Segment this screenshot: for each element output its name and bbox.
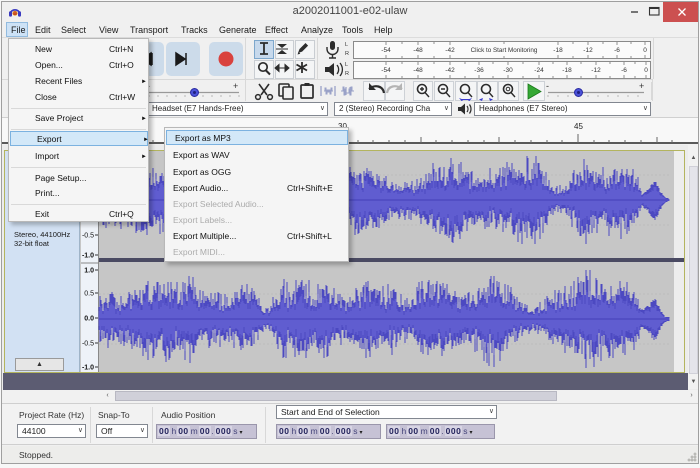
svg-text:-: - bbox=[546, 81, 549, 91]
svg-text:0: 0 bbox=[643, 47, 647, 54]
svg-text:-12: -12 bbox=[591, 67, 601, 74]
svg-text:-0.5: -0.5 bbox=[82, 341, 94, 348]
svg-text:45: 45 bbox=[574, 122, 583, 131]
svg-text:-42: -42 bbox=[445, 67, 455, 74]
svg-text:-12: -12 bbox=[583, 47, 593, 54]
svg-text:-1.0: -1.0 bbox=[82, 365, 94, 372]
svg-text:0: 0 bbox=[644, 67, 648, 74]
svg-text:-24: -24 bbox=[534, 67, 544, 74]
svg-text:1.0: 1.0 bbox=[84, 268, 94, 275]
svg-text:L: L bbox=[345, 42, 348, 48]
svg-text:0.5: 0.5 bbox=[84, 291, 94, 298]
svg-text:-30: -30 bbox=[503, 67, 513, 74]
svg-text:-6: -6 bbox=[614, 47, 620, 54]
svg-text:-54: -54 bbox=[381, 47, 391, 54]
svg-text:R: R bbox=[345, 71, 349, 77]
svg-text:Click to Start Monitoring: Click to Start Monitoring bbox=[471, 47, 538, 54]
svg-text:L: L bbox=[345, 62, 348, 68]
svg-text:-18: -18 bbox=[553, 47, 563, 54]
svg-text:-48: -48 bbox=[413, 47, 423, 54]
svg-text:-1.0: -1.0 bbox=[82, 253, 94, 260]
svg-text:-18: -18 bbox=[562, 67, 572, 74]
svg-text:0.0: 0.0 bbox=[84, 316, 94, 323]
svg-text:-48: -48 bbox=[413, 67, 423, 74]
svg-text:+: + bbox=[233, 81, 238, 91]
svg-text:-54: -54 bbox=[381, 67, 391, 74]
svg-text:-36: -36 bbox=[474, 67, 484, 74]
svg-text:+: + bbox=[639, 81, 644, 91]
svg-text:-0.5: -0.5 bbox=[82, 233, 94, 240]
svg-text:R: R bbox=[345, 51, 349, 57]
svg-text:-6: -6 bbox=[621, 67, 627, 74]
svg-text:-42: -42 bbox=[445, 47, 455, 54]
